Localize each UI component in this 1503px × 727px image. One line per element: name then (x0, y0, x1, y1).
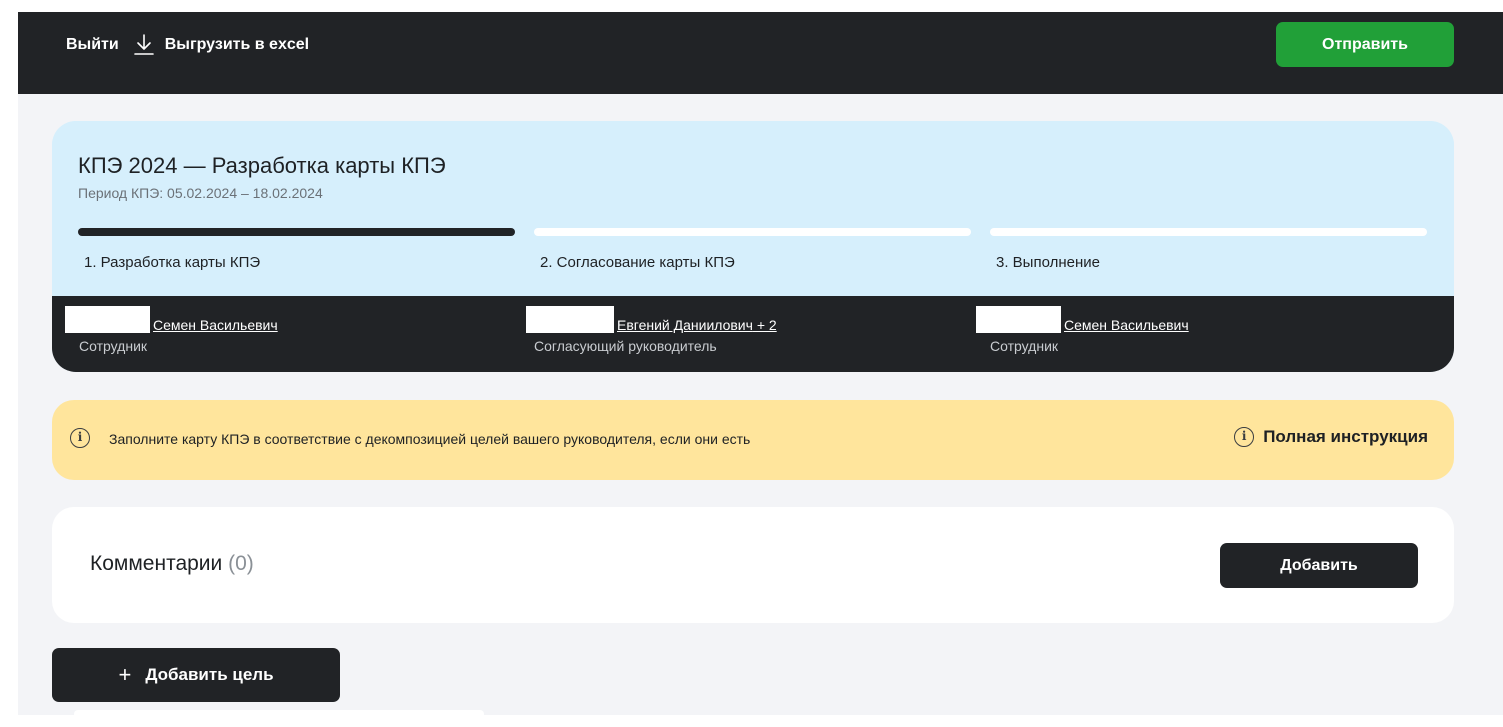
redacted-surname (526, 306, 614, 333)
logout-link[interactable]: Выйти (66, 36, 119, 54)
step-execution: 3. Выполнение (990, 228, 1427, 271)
participant-role: Согласующий руководитель (534, 338, 717, 354)
add-goal-button[interactable]: + Добавить цель (52, 648, 340, 702)
step-label: 2. Согласование карты КПЭ (540, 254, 735, 271)
export-excel-label: Выгрузить в excel (164, 36, 310, 53)
comments-title: Комментарии (0) (90, 552, 254, 576)
plus-icon: + (118, 662, 132, 687)
approver-extra-count[interactable]: + 2 (753, 317, 777, 333)
participant-name-link: Евгений Даниилович + 2 (617, 317, 777, 333)
kpi-title: КПЭ 2024 — Разработка карты КПЭ (78, 153, 446, 178)
next-card-edge (74, 710, 484, 715)
approver-name-link[interactable]: Евгений Даниилович (617, 317, 753, 333)
step-approval: 2. Согласование карты КПЭ (534, 228, 971, 271)
comments-count: (0) (228, 552, 254, 575)
step-progress-bar (534, 228, 971, 236)
step-label: 3. Выполнение (996, 254, 1100, 271)
comments-title-text: Комментарии (90, 552, 223, 575)
step-progress-bar (78, 228, 515, 236)
add-comment-button[interactable]: Добавить (1220, 543, 1418, 588)
info-icon: i (1234, 427, 1255, 447)
add-goal-label: Добавить цель (145, 665, 274, 684)
redacted-surname (976, 306, 1061, 333)
app-viewport: Выйти Выгрузить в excel Отправить КПЭ 20… (18, 12, 1503, 715)
kpi-card-header: КПЭ 2024 — Разработка карты КПЭ Период К… (52, 121, 1454, 296)
participant-role: Сотрудник (79, 338, 148, 354)
top-bar: Выйти Выгрузить в excel Отправить (18, 12, 1503, 94)
kpi-card: КПЭ 2024 — Разработка карты КПЭ Период К… (52, 121, 1454, 372)
export-excel-link[interactable]: Выгрузить в excel (133, 33, 309, 57)
participant-name-link[interactable]: Семен Васильевич (1064, 317, 1189, 333)
kpi-period: Период КПЭ: 05.02.2024 – 18.02.2024 (78, 185, 323, 201)
download-icon (133, 34, 154, 55)
info-banner: i Заполните карту КПЭ в соответствие с д… (52, 400, 1454, 480)
top-bar-actions: Выйти Выгрузить в excel (66, 12, 309, 78)
comments-panel: Комментарии (0) Добавить (52, 507, 1454, 623)
step-progress-bar (990, 228, 1427, 236)
info-banner-message: Заполните карту КПЭ в соответствие с дек… (109, 431, 751, 447)
info-icon: i (70, 428, 90, 448)
full-instruction-label: Полная инструкция (1263, 427, 1428, 446)
participant-role: Сотрудник (990, 338, 1059, 354)
step-development: 1. Разработка карты КПЭ (78, 228, 515, 271)
redacted-surname (65, 306, 150, 333)
send-button[interactable]: Отправить (1276, 22, 1454, 67)
full-instruction-link[interactable]: i Полная инструкция (1234, 427, 1428, 447)
step-label: 1. Разработка карты КПЭ (84, 254, 261, 271)
participant-name-link[interactable]: Семен Васильевич (153, 317, 278, 333)
kpi-participants: Семен Васильевич Сотрудник Евгений Дании… (52, 296, 1454, 372)
